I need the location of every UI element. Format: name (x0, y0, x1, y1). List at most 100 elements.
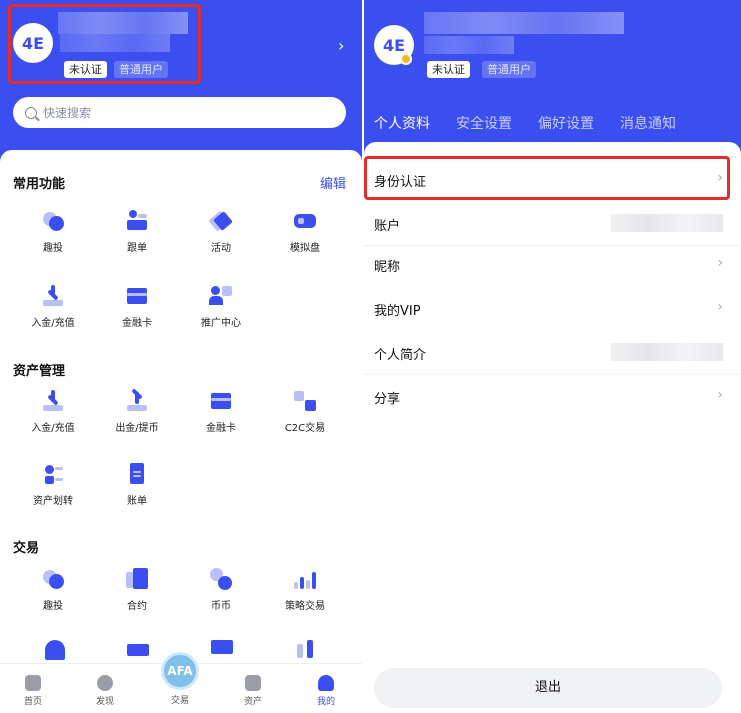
chevron-right-icon: › (717, 255, 723, 271)
grid-item-transfer[interactable]: 资产划转 (13, 463, 93, 507)
bill-icon (125, 463, 149, 485)
user-level-tag: 普通用户 (482, 61, 536, 78)
row-label: 我的VIP (374, 304, 421, 319)
gamepad-icon (293, 210, 317, 232)
search-icon (25, 106, 37, 119)
promote-icon (209, 285, 233, 307)
grid-item-simulation[interactable]: 模拟盘 (265, 210, 345, 254)
tab-assets[interactable]: 资产 (223, 675, 283, 707)
grid-item-contract[interactable]: 合约 (97, 568, 177, 612)
grid-item-label: 推广中心 (201, 318, 241, 329)
grid-item-label: 趣投 (43, 243, 63, 254)
grid-item-spot[interactable]: 币币 (181, 568, 261, 612)
unverified-tag: 未认证 (427, 61, 470, 78)
tab-home[interactable]: 首页 (3, 675, 63, 707)
tab-security[interactable]: 安全设置 (456, 113, 512, 133)
upload-icon (125, 388, 149, 412)
row-share[interactable]: 分享 › (364, 375, 741, 419)
grid-item-label: 活动 (211, 243, 231, 254)
grid-item-promotion[interactable]: 推广中心 (181, 285, 261, 329)
download-icon (41, 285, 65, 307)
grid-item-label: 账单 (127, 496, 147, 507)
row-label: 分享 (374, 392, 401, 407)
chevron-right-icon: › (717, 387, 723, 403)
grid-item-bill[interactable]: 账单 (97, 463, 177, 507)
section-title-assets: 资产管理 (13, 364, 66, 379)
tab-mine[interactable]: 我的 (296, 675, 356, 707)
tab-label: 资产 (243, 697, 262, 707)
tab-label: 首页 (23, 697, 42, 707)
bot-icon[interactable] (43, 640, 67, 660)
bio-value-blurred (611, 343, 723, 361)
search-placeholder: 快速搜索 (43, 106, 92, 120)
grid-item-label: 合约 (127, 601, 147, 612)
chevron-right-icon: › (717, 299, 723, 315)
discover-icon (97, 675, 113, 691)
grid-item-deposit[interactable]: 入金/充值 (13, 390, 93, 434)
trade-center-button[interactable]: AFA (161, 652, 199, 690)
section-title-common: 常用功能 (13, 177, 66, 192)
grid-item-copytrade[interactable]: 跟单 (97, 210, 177, 254)
row-nickname[interactable]: 昵称 › (364, 243, 741, 287)
tab-profile[interactable]: 个人资料 (374, 113, 430, 133)
tab-trade-label[interactable]: 交易 (160, 693, 200, 706)
search-input[interactable]: 快速搜索 (13, 97, 346, 128)
grid-item-label: 趣投 (43, 601, 63, 612)
tab-notifications[interactable]: 消息通知 (620, 113, 676, 133)
row-bio[interactable]: 个人简介 (364, 331, 741, 375)
pie-icon (41, 210, 65, 232)
grid-item-deposit[interactable]: 入金/充值 (13, 285, 93, 329)
wallet-icon (245, 675, 261, 691)
grid-item-label: 币币 (211, 601, 231, 612)
grid-item-quant[interactable]: 趣投 (13, 568, 93, 612)
grid-item-label: 策略交易 (285, 601, 325, 612)
strategy-icon (293, 568, 317, 590)
uid-blurred (424, 36, 514, 54)
highlight-box (8, 4, 201, 84)
grid-item-card[interactable]: 金融卡 (97, 285, 177, 329)
tab-discover[interactable]: 发现 (75, 675, 135, 707)
grid-item-label: 出金/提币 (115, 423, 159, 434)
follow-icon (125, 210, 149, 232)
c2c-icon (293, 390, 317, 412)
grid-item-label: 资产划转 (33, 496, 73, 507)
pie-icon (41, 568, 65, 590)
grid-item-strategy[interactable]: 策略交易 (265, 568, 345, 612)
tab-preferences[interactable]: 偏好设置 (538, 113, 594, 133)
transfer-icon (41, 463, 65, 485)
row-vip[interactable]: 我的VIP › (364, 287, 741, 331)
grid-item-label: 入金/充值 (31, 423, 75, 434)
grid-item-label: 跟单 (127, 243, 147, 254)
tab-label: 发现 (95, 697, 114, 707)
grid-item-card[interactable]: 金融卡 (181, 390, 261, 434)
grid-item-activity[interactable]: 活动 (181, 210, 261, 254)
row-label: 账户 (374, 219, 401, 234)
grid-item-quant[interactable]: 趣投 (13, 210, 93, 254)
candle-icon[interactable] (295, 640, 319, 660)
verified-badge-icon (400, 53, 412, 65)
home-icon (25, 675, 41, 691)
chevron-right-icon[interactable]: › (338, 36, 344, 55)
contract-icon (125, 568, 149, 590)
section-title-trade: 交易 (13, 541, 40, 556)
grid-item-c2c[interactable]: C2C交易 (265, 390, 345, 434)
grid-item-withdraw[interactable]: 出金/提币 (97, 388, 177, 434)
grid-item-label: 金融卡 (206, 423, 236, 434)
left-panel: 4E 未认证 普通用户 › 快速搜索 常用功能 编辑 趣投 跟单 活动 模拟盘 … (0, 0, 362, 713)
highlight-box (364, 156, 730, 200)
card-icon (209, 390, 233, 412)
grid-item-label: 模拟盘 (290, 243, 320, 254)
row-account[interactable]: 账户 (364, 202, 741, 246)
coin-icon (209, 568, 233, 590)
grid-item-label: C2C交易 (284, 423, 326, 434)
user-icon (318, 675, 334, 691)
edit-button[interactable]: 编辑 (320, 173, 346, 192)
logout-button[interactable]: 退出 (374, 668, 722, 708)
right-panel: 4E 未认证 普通用户 个人资料 安全设置 偏好设置 消息通知 身份认证 › 账… (364, 0, 741, 713)
grid-item-label: 金融卡 (122, 318, 152, 329)
monitor-icon[interactable] (211, 640, 235, 660)
username-blurred (424, 12, 624, 34)
cash-icon[interactable] (127, 642, 151, 660)
account-value-blurred (611, 214, 723, 232)
card-icon (125, 285, 149, 307)
